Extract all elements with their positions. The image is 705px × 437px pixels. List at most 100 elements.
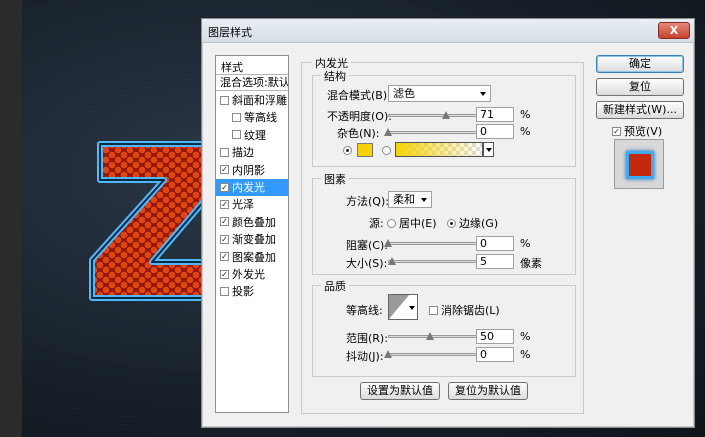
style-item-checkbox[interactable]: ✓ (220, 182, 229, 192)
style-item-label: 颜色叠加 (232, 215, 276, 229)
range-slider-thumb[interactable] (426, 332, 434, 340)
jitter-label: 抖动(J): (346, 350, 384, 363)
antialias-checkbox[interactable] (429, 305, 438, 315)
choke-unit: % (520, 237, 531, 250)
chevron-down-icon (421, 198, 427, 202)
noise-input[interactable]: 0 (476, 124, 514, 139)
preview-option[interactable]: ✓ 预览(V) (612, 123, 662, 139)
style-item-label: 内发光 (232, 181, 265, 194)
noise-slider-thumb[interactable] (384, 128, 392, 136)
style-item[interactable]: ✓ 颜色叠加 (216, 214, 288, 231)
style-item-checkbox[interactable]: ✓ (220, 165, 229, 175)
range-input[interactable]: 50 (476, 329, 514, 344)
size-slider[interactable] (388, 257, 478, 266)
source-label: 源: (369, 217, 384, 230)
ok-button[interactable]: 确定 (596, 55, 684, 73)
method-value: 柔和 (393, 193, 415, 206)
style-item-label: 内阴影 (232, 163, 265, 177)
style-item[interactable]: ✓ 渐变叠加 (216, 231, 288, 248)
reset-button[interactable]: 复位 (596, 78, 684, 96)
quality-group: 品质 等高线: 消除锯齿(L) 范围(R): 50 % 抖动(J): 0 % (312, 278, 576, 377)
style-item-checkbox[interactable] (232, 112, 241, 122)
blend-mode-select[interactable]: 滤色 (388, 85, 491, 102)
style-item-checkbox[interactable] (220, 286, 229, 296)
blend-mode-value: 滤色 (393, 87, 415, 100)
blending-options-item[interactable]: 混合选项:默认 (216, 74, 288, 91)
noise-slider[interactable] (384, 128, 478, 137)
size-slider-thumb[interactable] (388, 257, 396, 265)
style-item[interactable]: 纹理 (216, 127, 288, 144)
elements-title: 图素 (321, 171, 349, 187)
glow-color-swatch[interactable] (357, 143, 373, 157)
opacity-slider[interactable] (388, 111, 478, 120)
opacity-input[interactable]: 71 (476, 107, 514, 122)
structure-title: 结构 (321, 68, 349, 84)
style-item-label: 图案叠加 (232, 250, 276, 264)
antialias-option[interactable]: 消除锯齿(L) (429, 302, 500, 318)
opacity-label: 不透明度(O): (327, 110, 392, 123)
close-icon[interactable]: X (658, 22, 690, 39)
opacity-unit: % (520, 108, 531, 121)
elements-group: 图素 方法(Q): 柔和 源: 居中(E) 边缘(G) 阻塞(C): 0 % 大… (312, 171, 576, 275)
range-unit: % (520, 330, 531, 343)
size-label: 大小(S): (346, 257, 388, 270)
size-input[interactable]: 5 (476, 254, 514, 269)
method-select[interactable]: 柔和 (388, 191, 432, 208)
range-slider[interactable] (388, 332, 478, 341)
style-item[interactable]: 描边 (216, 144, 288, 161)
style-item[interactable]: 斜面和浮雕 (216, 92, 288, 109)
jitter-slider[interactable] (384, 350, 478, 359)
preview-label: 预览(V) (624, 125, 663, 138)
jitter-unit: % (520, 348, 531, 361)
blend-mode-label: 混合模式(B): (327, 89, 391, 102)
source-edge-radio[interactable] (447, 218, 456, 228)
styles-header[interactable]: 样式 (221, 59, 243, 75)
style-item[interactable]: ✓ 内发光 (216, 179, 288, 196)
choke-input[interactable]: 0 (476, 236, 514, 251)
dialog-title: 图层样式 (208, 26, 252, 39)
choke-slider-thumb[interactable] (384, 239, 392, 247)
style-item-checkbox[interactable]: ✓ (220, 199, 229, 209)
gradient-dropdown[interactable] (483, 142, 494, 157)
gradient-swatch[interactable] (395, 142, 483, 157)
noise-label: 杂色(N): (337, 127, 380, 140)
source-edge-option[interactable]: 边缘(G) (447, 215, 498, 231)
source-center-option[interactable]: 居中(E) (387, 215, 437, 231)
size-unit: 像素 (520, 257, 542, 270)
style-item-checkbox[interactable] (220, 147, 229, 157)
solid-color-radio[interactable] (343, 146, 352, 155)
style-item[interactable]: ✓ 外发光 (216, 266, 288, 283)
choke-slider[interactable] (384, 239, 478, 248)
jitter-input[interactable]: 0 (476, 347, 514, 362)
style-item-checkbox[interactable]: ✓ (220, 269, 229, 279)
make-default-button[interactable]: 设置为默认值 (360, 382, 440, 400)
style-item-checkbox[interactable]: ✓ (220, 252, 229, 262)
style-item[interactable]: 等高线 (216, 109, 288, 126)
chevron-down-icon (409, 306, 415, 310)
quality-title: 品质 (321, 278, 349, 294)
source-center-radio[interactable] (387, 218, 396, 228)
contour-label: 等高线: (346, 304, 383, 317)
reset-default-button[interactable]: 复位为默认值 (448, 382, 528, 400)
contour-picker[interactable] (388, 294, 418, 320)
style-item-checkbox[interactable]: ✓ (220, 217, 229, 227)
inner-glow-panel: 内发光 结构 混合模式(B): 滤色 不透明度(O): 71 % 杂色(N): … (301, 55, 584, 414)
style-item[interactable]: ✓ 光泽 (216, 196, 288, 213)
style-item[interactable]: ✓ 图案叠加 (216, 249, 288, 266)
canvas-edge (0, 0, 22, 437)
gradient-radio[interactable] (382, 146, 391, 155)
jitter-slider-thumb[interactable] (384, 350, 392, 358)
style-item[interactable]: ✓ 内阴影 (216, 162, 288, 179)
style-item-checkbox[interactable] (220, 95, 229, 105)
style-item-checkbox[interactable]: ✓ (220, 234, 229, 244)
style-item-label: 描边 (232, 146, 254, 160)
chevron-down-icon (486, 148, 492, 152)
style-item-label: 斜面和浮雕 (232, 94, 287, 107)
opacity-slider-thumb[interactable] (442, 111, 450, 119)
style-item[interactable]: 投影 (216, 283, 288, 300)
antialias-label: 消除锯齿(L) (441, 304, 500, 317)
new-style-button[interactable]: 新建样式(W)... (596, 101, 684, 119)
preview-checkbox[interactable]: ✓ (612, 126, 621, 136)
style-item-checkbox[interactable] (232, 130, 241, 140)
style-item-label: 纹理 (244, 128, 266, 142)
